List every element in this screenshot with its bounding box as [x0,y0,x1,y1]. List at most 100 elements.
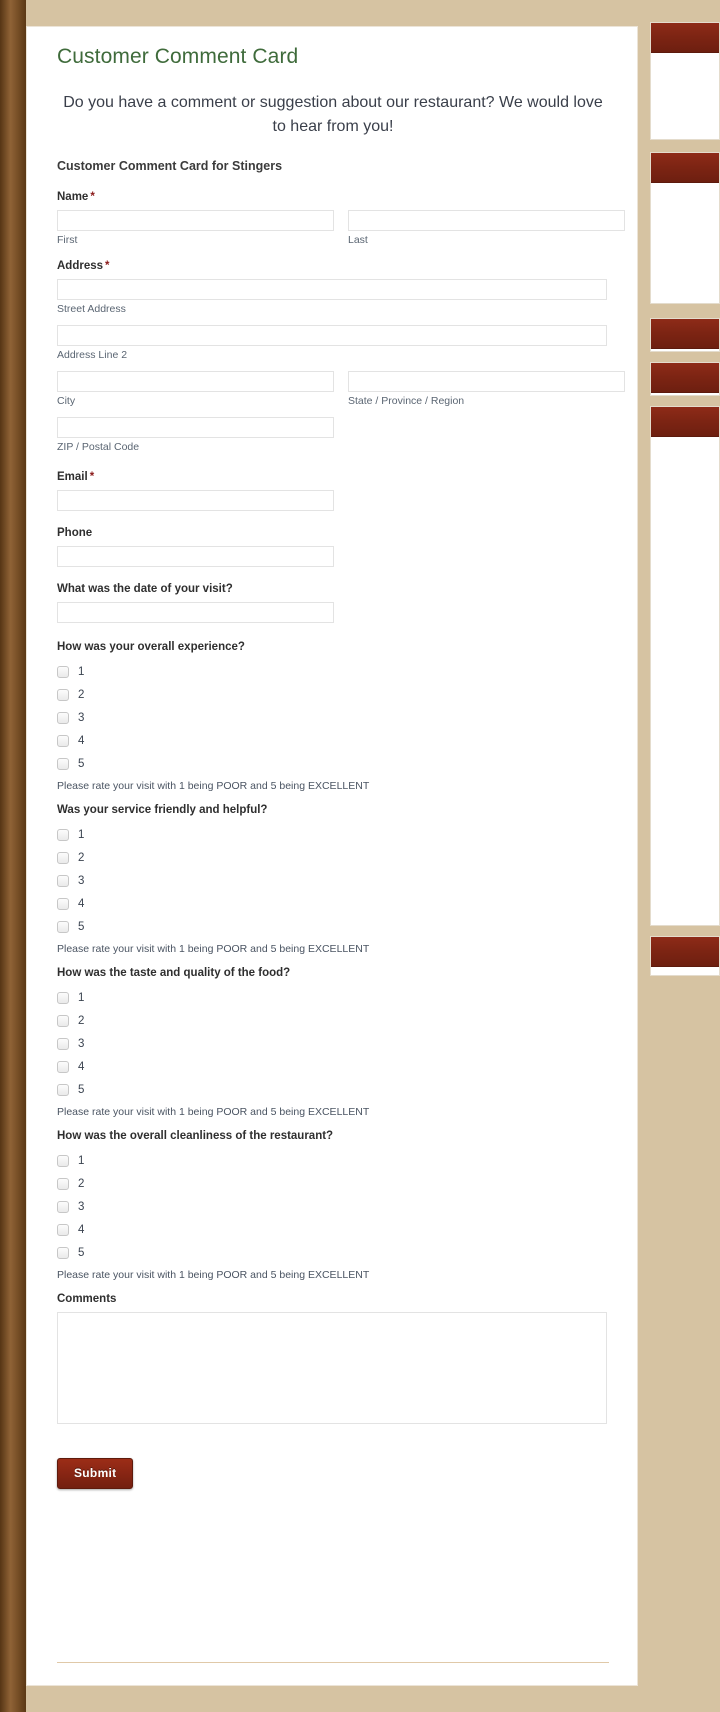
field-visit-date: What was the date of your visit? [57,583,607,623]
rating-question-title: How was your overall experience? [57,641,245,653]
rating-option-label: 3 [78,875,85,887]
rating-option-row[interactable]: 2 [57,1177,607,1191]
name-last-input[interactable] [348,210,625,231]
sidebar-widget-4[interactable] [650,362,720,396]
sidebar-widget-title-bar [651,319,719,349]
checkbox-icon[interactable] [57,758,69,770]
page-title: Customer Comment Card [57,45,299,68]
name-last-sublabel: Last [348,234,368,246]
rating-option-label: 4 [78,1224,85,1236]
field-email: Email * [57,471,607,511]
wood-border-decoration [0,0,26,1712]
field-phone-label: Phone [57,527,93,539]
address-street-sublabel: Street Address [57,303,126,315]
rating-option-row[interactable]: 5 [57,757,607,771]
rating-option-row[interactable]: 2 [57,1014,607,1028]
rating-option-label: 2 [78,1178,85,1190]
address-zip-sublabel: ZIP / Postal Code [57,441,140,453]
form-subtitle: Do you have a comment or suggestion abou… [63,94,603,135]
rating-option-label: 2 [78,1015,85,1027]
address-street-input[interactable] [57,279,607,300]
required-marker: * [105,260,110,272]
rating-option-row[interactable]: 2 [57,688,607,702]
sidebar-widget-6[interactable] [650,936,720,976]
page-root: Customer Comment Card Do you have a comm… [0,0,720,1712]
checkbox-icon[interactable] [57,852,69,864]
address-city-sublabel: City [57,395,76,407]
rating-option-row[interactable]: 1 [57,828,607,842]
sidebar-widget-1[interactable] [650,22,720,140]
field-name-first-wrap: First [57,210,334,246]
checkbox-icon[interactable] [57,829,69,841]
field-address-street-wrap: Street Address [57,279,607,315]
rating-question-title: Was your service friendly and helpful? [57,804,268,816]
rating-option-row[interactable]: 4 [57,1223,607,1237]
checkbox-icon[interactable] [57,875,69,887]
rating-questions: How was your overall experience? 1 2 3 4 5 Ple… [57,641,607,1281]
name-first-input[interactable] [57,210,334,231]
rating-option-label: 1 [78,829,85,841]
sidebar-widget-5[interactable] [650,406,720,926]
checkbox-icon[interactable] [57,921,69,933]
rating-option-label: 2 [78,852,85,864]
rating-option-row[interactable]: 1 [57,991,607,1005]
visit-date-input[interactable] [57,602,334,623]
checkbox-icon[interactable] [57,1061,69,1073]
rating-option-label: 4 [78,735,85,747]
address-line2-input[interactable] [57,325,607,346]
checkbox-icon[interactable] [57,1155,69,1167]
sidebar-widget-title-bar [651,363,719,393]
checkbox-icon[interactable] [57,1201,69,1213]
rating-option-label: 2 [78,689,85,701]
rating-option-row[interactable]: 5 [57,1083,607,1097]
field-address: Address * Street Address Address Line 2 C… [57,260,625,453]
checkbox-icon[interactable] [57,1178,69,1190]
rating-option-row[interactable]: 4 [57,1060,607,1074]
rating-option-row[interactable]: 4 [57,897,607,911]
rating-option-row[interactable]: 5 [57,1246,607,1260]
rating-option-row[interactable]: 5 [57,920,607,934]
address-state-sublabel: State / Province / Region [348,395,465,407]
address-zip-input[interactable] [57,417,334,438]
address-line2-sublabel: Address Line 2 [57,349,128,361]
rating-option-label: 3 [78,712,85,724]
rating-option-label: 5 [78,921,85,933]
rating-option-row[interactable]: 2 [57,851,607,865]
rating-option-row[interactable]: 1 [57,665,607,679]
submit-button[interactable]: Submit [57,1458,134,1489]
checkbox-icon[interactable] [57,1247,69,1259]
rating-option-row[interactable]: 3 [57,874,607,888]
rating-option-row[interactable]: 3 [57,1200,607,1214]
rating-option-row[interactable]: 1 [57,1154,607,1168]
rating-option-row[interactable]: 3 [57,1037,607,1051]
required-marker: * [89,471,95,483]
rating-help-text: Please rate your visit with 1 being POOR… [57,780,370,792]
checkbox-icon[interactable] [57,689,69,701]
name-first-sublabel: First [57,234,78,246]
rating-option-label: 5 [78,1084,85,1096]
checkbox-icon[interactable] [57,666,69,678]
sidebar-widget-2[interactable] [650,152,720,304]
footer-divider [57,1662,609,1663]
address-state-input[interactable] [348,371,625,392]
checkbox-icon[interactable] [57,1084,69,1096]
form-card: Customer Comment Card Do you have a comm… [26,26,638,1686]
checkbox-icon[interactable] [57,1015,69,1027]
checkbox-icon[interactable] [57,735,69,747]
checkbox-icon[interactable] [57,1224,69,1236]
address-city-input[interactable] [57,371,334,392]
phone-input[interactable] [57,546,334,567]
comments-textarea[interactable] [57,1312,607,1424]
rating-help-text: Please rate your visit with 1 being POOR… [57,943,370,955]
rating-option-label: 4 [78,898,85,910]
rating-option-row[interactable]: 3 [57,711,607,725]
rating-question-2: Was your service friendly and helpful? 1 2… [57,804,607,955]
checkbox-icon[interactable] [57,1038,69,1050]
checkbox-icon[interactable] [57,712,69,724]
email-input[interactable] [57,490,334,511]
checkbox-icon[interactable] [57,992,69,1004]
rating-help-text: Please rate your visit with 1 being POOR… [57,1106,370,1118]
sidebar-widget-3[interactable] [650,318,720,352]
rating-option-row[interactable]: 4 [57,734,607,748]
checkbox-icon[interactable] [57,898,69,910]
